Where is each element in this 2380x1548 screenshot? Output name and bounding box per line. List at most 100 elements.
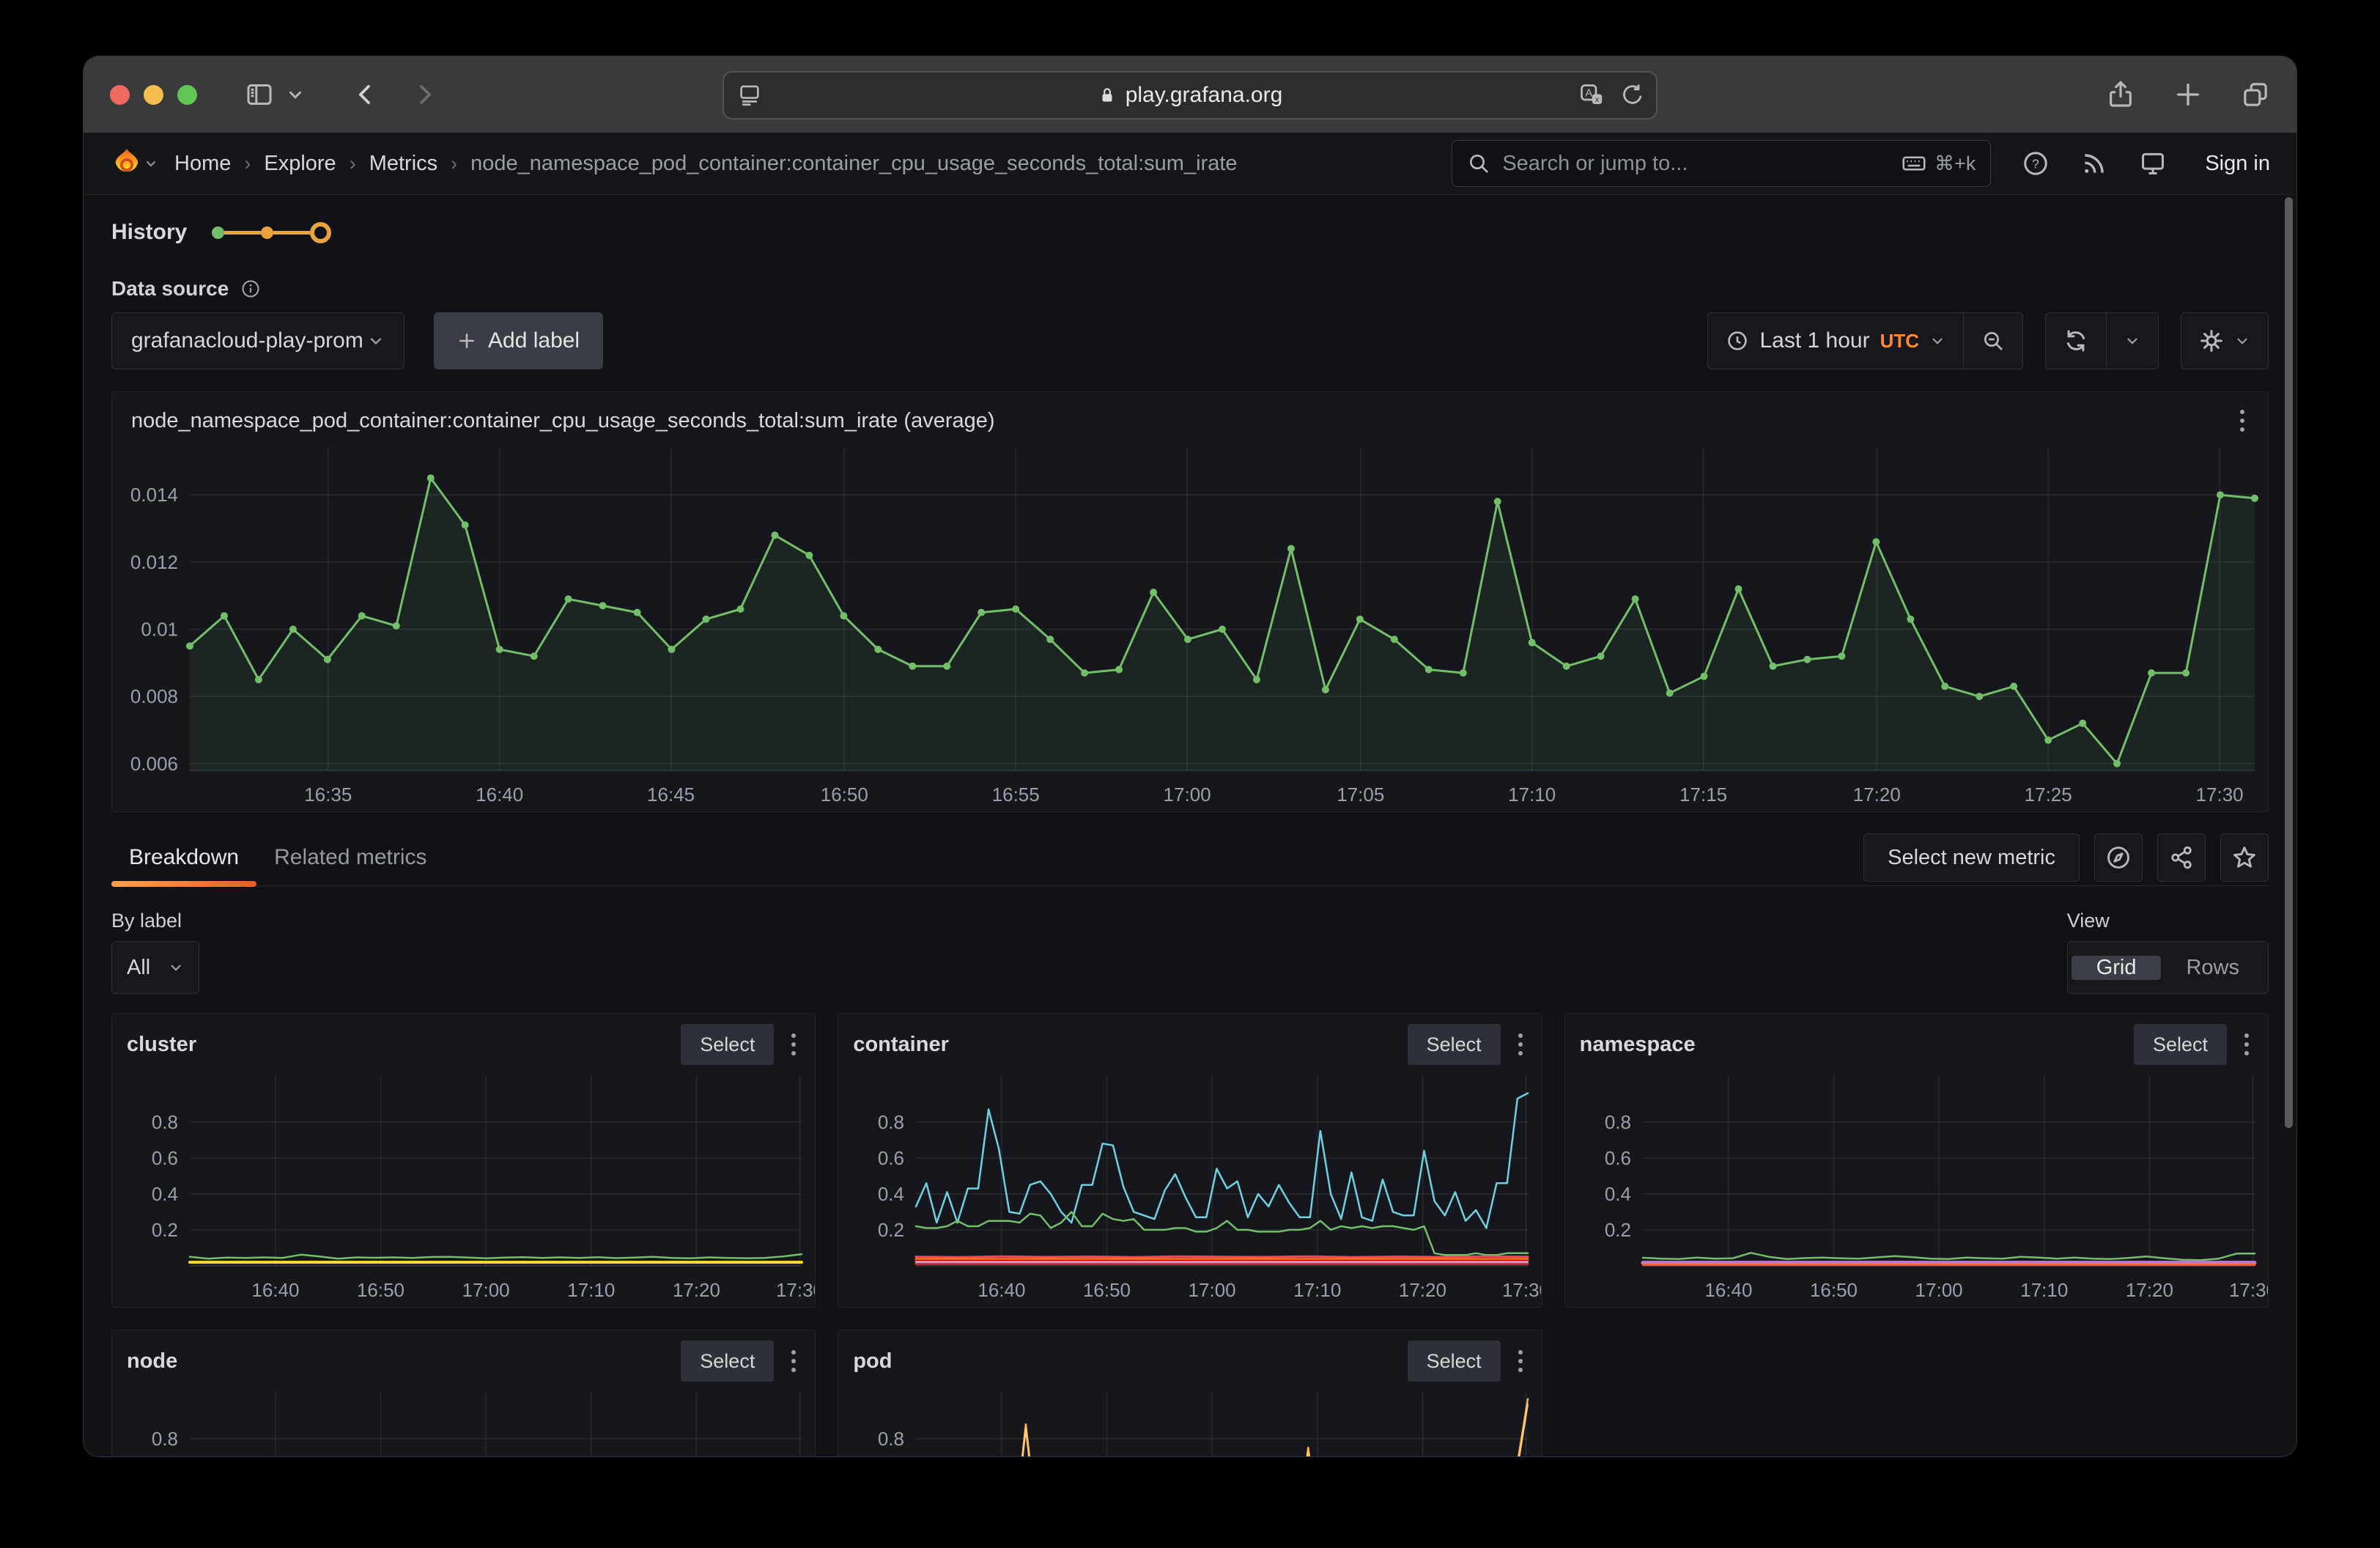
keyboard-icon xyxy=(1901,150,1927,177)
org-switcher-chevron-icon[interactable] xyxy=(144,156,158,171)
svg-text:0.006: 0.006 xyxy=(130,753,178,775)
select-new-metric-button[interactable]: Select new metric xyxy=(1863,833,2080,882)
settings-button[interactable] xyxy=(2181,313,2268,369)
node-chart[interactable]: 0.80.60.40.216:4016:5017:0017:1017:2017:… xyxy=(112,1383,815,1457)
svg-text:0.2: 0.2 xyxy=(878,1219,904,1241)
refresh-interval-dropdown[interactable] xyxy=(2106,313,2158,369)
container-chart[interactable]: 0.80.60.40.216:4016:5017:0017:1017:2017:… xyxy=(838,1066,1541,1307)
tab-related-metrics[interactable]: Related metrics xyxy=(256,830,444,885)
chevron-down-icon[interactable] xyxy=(286,85,305,104)
search-input[interactable] xyxy=(1501,151,1901,177)
select-button[interactable]: Select xyxy=(681,1341,774,1382)
history-timeline[interactable] xyxy=(212,222,331,243)
refresh-button[interactable] xyxy=(2046,313,2106,369)
svg-text:16:50: 16:50 xyxy=(357,1279,404,1301)
svg-text:A: A xyxy=(1585,87,1592,100)
address-bar[interactable]: play.grafana.org Ax xyxy=(722,71,1658,119)
favorite-button[interactable] xyxy=(2220,833,2269,882)
info-icon[interactable] xyxy=(240,279,261,299)
svg-text:17:05: 17:05 xyxy=(1337,784,1384,806)
view-toggle: Grid Rows xyxy=(2067,941,2269,994)
panel-menu-button[interactable] xyxy=(1514,1029,1527,1060)
breadcrumb-home[interactable]: Home xyxy=(174,152,231,176)
panel-title: node_namespace_pod_container:container_c… xyxy=(131,409,995,433)
zoom-out-icon xyxy=(1981,329,2005,353)
view-label: View xyxy=(2067,910,2269,932)
view-option-grid[interactable]: Grid xyxy=(2072,956,2162,980)
time-range-picker[interactable]: Last 1 hour UTC xyxy=(1708,313,1963,369)
svg-text:16:55: 16:55 xyxy=(992,784,1040,806)
grafana-logo-icon[interactable] xyxy=(110,147,144,180)
svg-text:16:50: 16:50 xyxy=(821,784,868,806)
page-settings-icon[interactable] xyxy=(737,83,762,108)
history-current-step-icon[interactable] xyxy=(310,222,331,243)
breakdown-panel-namespace: namespace Select 0.80.60.40.216:4016:501… xyxy=(1564,1013,2269,1308)
svg-text:?: ? xyxy=(2032,156,2039,171)
svg-text:17:20: 17:20 xyxy=(2126,1279,2173,1301)
svg-text:0.008: 0.008 xyxy=(130,685,178,707)
help-icon[interactable]: ? xyxy=(2022,150,2050,177)
cluster-chart[interactable]: 0.80.60.40.216:4016:5017:0017:1017:2017:… xyxy=(112,1066,815,1307)
panel-menu-button[interactable] xyxy=(1514,1346,1527,1376)
svg-text:0.4: 0.4 xyxy=(1605,1183,1631,1205)
search-box[interactable]: ⌘+k xyxy=(1452,140,1991,187)
scrollbar[interactable] xyxy=(2285,197,2293,1128)
svg-text:0.2: 0.2 xyxy=(1605,1219,1631,1241)
sidebar-icon[interactable] xyxy=(245,80,274,109)
svg-text:17:10: 17:10 xyxy=(1294,1279,1342,1301)
forward-button[interactable] xyxy=(410,81,438,108)
breakdown-panel-title: cluster xyxy=(127,1033,196,1057)
svg-text:0.4: 0.4 xyxy=(878,1183,904,1205)
chevron-down-icon xyxy=(2234,333,2250,349)
pod-chart[interactable]: 0.80.60.40.216:4016:5017:0017:1017:2017:… xyxy=(838,1383,1541,1457)
view-option-rows[interactable]: Rows xyxy=(2161,956,2264,980)
history-step-icon[interactable] xyxy=(261,226,273,239)
history-step-icon[interactable] xyxy=(212,226,224,239)
display-icon[interactable] xyxy=(2139,150,2167,177)
share-metric-button[interactable] xyxy=(2157,833,2206,882)
select-button[interactable]: Select xyxy=(1408,1024,1501,1065)
data-source-select[interactable]: grafanacloud-play-prom xyxy=(111,312,404,369)
panel-menu-button[interactable] xyxy=(787,1346,800,1376)
time-range-label: Last 1 hour xyxy=(1759,328,1869,353)
svg-text:0.8: 0.8 xyxy=(152,1111,178,1133)
tab-breakdown[interactable]: Breakdown xyxy=(111,830,256,885)
timezone-label: UTC xyxy=(1880,330,1919,353)
svg-text:0.8: 0.8 xyxy=(152,1428,178,1450)
breakdown-panel-title: node xyxy=(127,1349,177,1374)
back-button[interactable] xyxy=(352,81,380,108)
breadcrumb-explore[interactable]: Explore xyxy=(264,152,336,176)
panel-menu-button[interactable] xyxy=(2236,405,2249,436)
share-icon[interactable] xyxy=(2106,80,2135,109)
zoom-out-button[interactable] xyxy=(1963,313,2022,369)
panel-menu-button[interactable] xyxy=(787,1029,800,1060)
breakdown-panel-container: container Select 0.80.60.40.216:4016:501… xyxy=(838,1013,1542,1308)
svg-text:17:30: 17:30 xyxy=(2229,1279,2268,1301)
breakdown-panel-title: namespace xyxy=(1580,1033,1696,1057)
breadcrumb: Home › Explore › Metrics › node_namespac… xyxy=(174,152,1238,176)
namespace-chart[interactable]: 0.80.60.40.216:4016:5017:0017:1017:2017:… xyxy=(1565,1066,2268,1307)
select-button[interactable]: Select xyxy=(1408,1341,1501,1382)
translate-icon[interactable]: Ax xyxy=(1578,82,1605,108)
by-label-select[interactable]: All xyxy=(111,941,199,994)
svg-text:17:20: 17:20 xyxy=(1399,1279,1446,1301)
minimize-window-button[interactable] xyxy=(144,85,163,105)
history-label[interactable]: History xyxy=(111,220,187,245)
reload-icon[interactable] xyxy=(1619,82,1644,108)
sign-in-button[interactable]: Sign in xyxy=(2205,152,2270,176)
breadcrumb-metrics[interactable]: Metrics xyxy=(369,152,437,176)
select-button[interactable]: Select xyxy=(681,1024,774,1065)
svg-text:16:35: 16:35 xyxy=(304,784,352,806)
panel-menu-button[interactable] xyxy=(2240,1029,2253,1060)
main-chart[interactable]: 0.0140.0120.010.0080.00616:3516:4016:451… xyxy=(112,439,2268,811)
breakdown-panel-pod: pod Select 0.80.60.40.216:4016:5017:0017… xyxy=(838,1330,1542,1457)
add-label-button[interactable]: Add label xyxy=(434,312,603,369)
new-tab-icon[interactable] xyxy=(2173,80,2203,109)
explore-button[interactable] xyxy=(2094,833,2143,882)
zoom-window-button[interactable] xyxy=(177,85,197,105)
news-icon[interactable] xyxy=(2080,150,2108,177)
select-button[interactable]: Select xyxy=(2134,1024,2227,1065)
tab-overview-icon[interactable] xyxy=(2241,80,2270,109)
svg-text:17:20: 17:20 xyxy=(673,1279,720,1301)
close-window-button[interactable] xyxy=(110,85,130,105)
